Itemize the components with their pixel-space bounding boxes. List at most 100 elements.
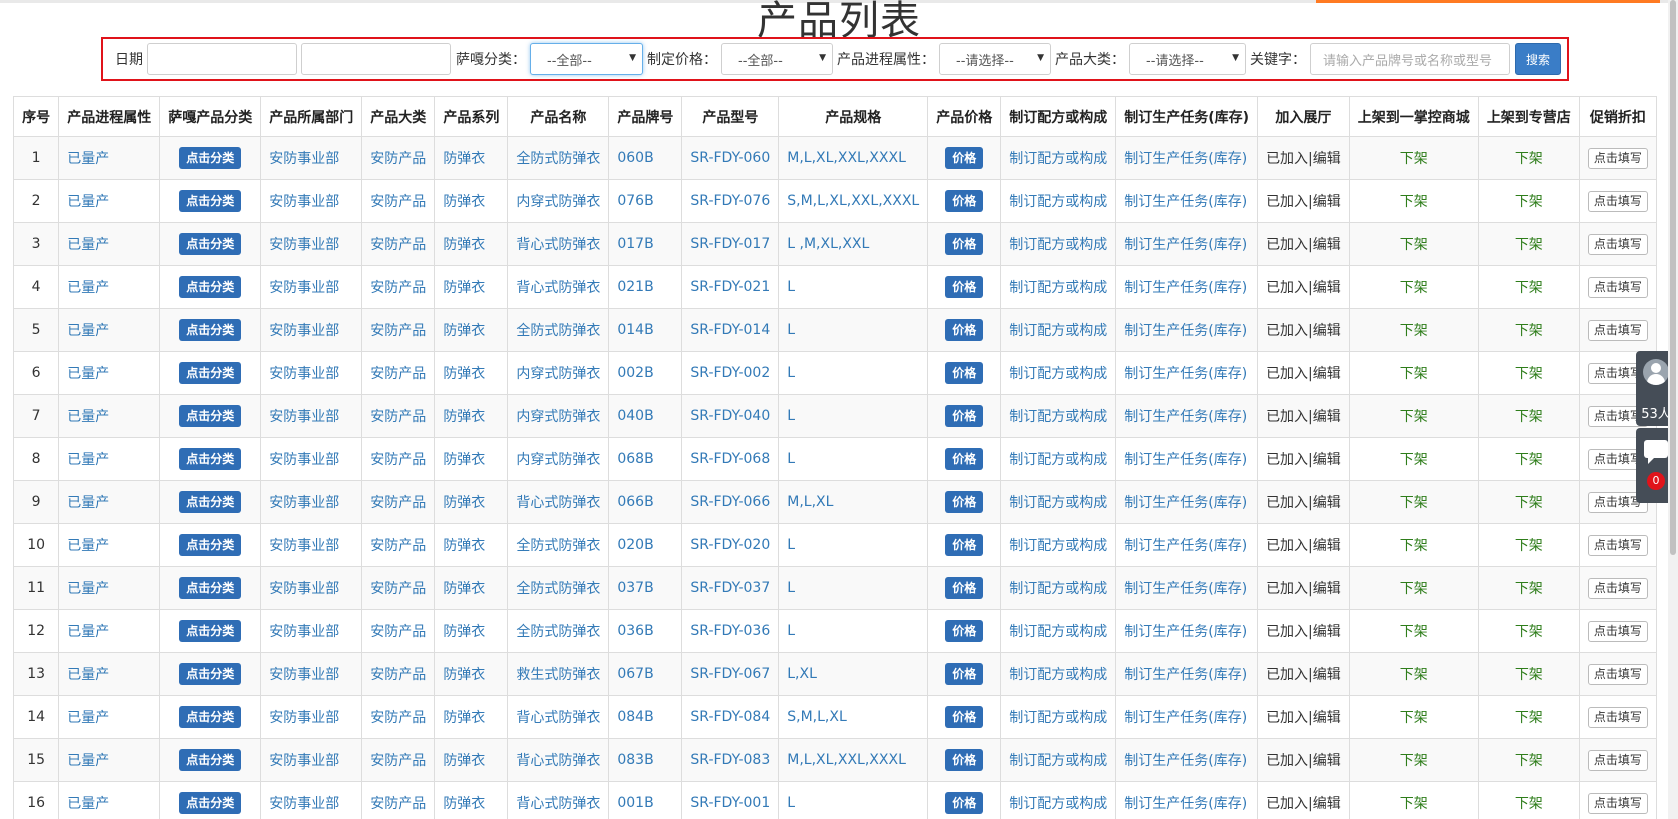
progress-status-link[interactable]: 已量产 (58, 351, 161, 395)
classify-button[interactable]: 点击分类 (179, 749, 242, 771)
price-button[interactable]: 价格 (945, 147, 984, 169)
model-link[interactable]: SR-FDY-076 (681, 179, 780, 223)
department-link[interactable]: 安防事业部 (260, 265, 363, 309)
discount-button[interactable]: 点击填写 (1587, 663, 1648, 685)
category-link[interactable]: 安防产品 (361, 179, 436, 223)
store-listing-link[interactable]: 下架 (1477, 566, 1580, 610)
series-link[interactable]: 防弹衣 (434, 308, 509, 352)
spec-link[interactable]: L ,M,XL,XXL (778, 222, 929, 266)
spec-link[interactable]: M,L,XL,XXL,XXXL (778, 136, 929, 180)
series-link[interactable]: 防弹衣 (434, 609, 509, 653)
category-link[interactable]: 安防产品 (361, 523, 436, 567)
department-link[interactable]: 安防事业部 (260, 308, 363, 352)
department-link[interactable]: 安防事业部 (260, 437, 363, 481)
price-button[interactable]: 价格 (945, 405, 984, 427)
product-name-link[interactable]: 背心式防弹衣 (507, 695, 610, 739)
formula-link[interactable]: 制订配方或构成 (1000, 394, 1117, 438)
formula-link[interactable]: 制订配方或构成 (1000, 136, 1117, 180)
model-link[interactable]: SR-FDY-020 (681, 523, 780, 567)
formula-link[interactable]: 制订配方或构成 (1000, 652, 1117, 696)
brand-link[interactable]: 084B (608, 695, 683, 739)
product-name-link[interactable]: 全防式防弹衣 (507, 308, 610, 352)
series-link[interactable]: 防弹衣 (434, 265, 509, 309)
progress-status-link[interactable]: 已量产 (58, 437, 161, 481)
brand-link[interactable]: 036B (608, 609, 683, 653)
brand-link[interactable]: 002B (608, 351, 683, 395)
formula-link[interactable]: 制订配方或构成 (1000, 437, 1117, 481)
progress-status-link[interactable]: 已量产 (58, 136, 161, 180)
mall-listing-link[interactable]: 下架 (1348, 566, 1479, 610)
progress-status-link[interactable]: 已量产 (58, 566, 161, 610)
progress-status-link[interactable]: 已量产 (58, 695, 161, 739)
brand-link[interactable]: 021B (608, 265, 683, 309)
category-link[interactable]: 安防产品 (361, 351, 436, 395)
formula-link[interactable]: 制订配方或构成 (1000, 695, 1117, 739)
series-link[interactable]: 防弹衣 (434, 480, 509, 524)
store-listing-link[interactable]: 下架 (1477, 652, 1580, 696)
model-link[interactable]: SR-FDY-021 (681, 265, 780, 309)
showroom-status[interactable]: 已加入|编辑 (1257, 222, 1350, 266)
category-link[interactable]: 安防产品 (361, 437, 436, 481)
model-link[interactable]: SR-FDY-067 (681, 652, 780, 696)
progress-status-link[interactable]: 已量产 (58, 781, 161, 819)
spec-link[interactable]: S,M,L,XL (778, 695, 929, 739)
progress-status-link[interactable]: 已量产 (58, 652, 161, 696)
showroom-status[interactable]: 已加入|编辑 (1257, 351, 1350, 395)
production-task-link[interactable]: 制订生产任务(库存) (1115, 738, 1259, 782)
series-link[interactable]: 防弹衣 (434, 222, 509, 266)
formula-link[interactable]: 制订配方或构成 (1000, 566, 1117, 610)
brand-link[interactable]: 076B (608, 179, 683, 223)
mall-listing-link[interactable]: 下架 (1348, 351, 1479, 395)
product-name-link[interactable]: 背心式防弹衣 (507, 265, 610, 309)
mall-listing-link[interactable]: 下架 (1348, 179, 1479, 223)
category-link[interactable]: 安防产品 (361, 781, 436, 819)
price-button[interactable]: 价格 (945, 620, 984, 642)
showroom-status[interactable]: 已加入|编辑 (1257, 523, 1350, 567)
department-link[interactable]: 安防事业部 (260, 394, 363, 438)
department-link[interactable]: 安防事业部 (260, 136, 363, 180)
classify-button[interactable]: 点击分类 (179, 319, 242, 341)
start-date-input[interactable] (147, 43, 297, 75)
classify-button[interactable]: 点击分类 (179, 491, 242, 513)
series-link[interactable]: 防弹衣 (434, 781, 509, 819)
product-name-link[interactable]: 内穿式防弹衣 (507, 394, 610, 438)
production-task-link[interactable]: 制订生产任务(库存) (1115, 308, 1259, 352)
page-scrollbar[interactable] (1668, 0, 1678, 819)
price-button[interactable]: 价格 (945, 276, 984, 298)
category-link[interactable]: 安防产品 (361, 695, 436, 739)
department-link[interactable]: 安防事业部 (260, 566, 363, 610)
discount-button[interactable]: 点击填写 (1587, 706, 1648, 728)
sagai-category-select[interactable]: --全部-- ▼ (530, 43, 643, 75)
price-select[interactable]: --全部-- ▼ (721, 43, 833, 75)
spec-link[interactable]: L (778, 437, 929, 481)
showroom-status[interactable]: 已加入|编辑 (1257, 308, 1350, 352)
spec-link[interactable]: L (778, 308, 929, 352)
product-name-link[interactable]: 全防式防弹衣 (507, 136, 610, 180)
series-link[interactable]: 防弹衣 (434, 566, 509, 610)
progress-status-link[interactable]: 已量产 (58, 738, 161, 782)
showroom-status[interactable]: 已加入|编辑 (1257, 136, 1350, 180)
production-task-link[interactable]: 制订生产任务(库存) (1115, 222, 1259, 266)
classify-button[interactable]: 点击分类 (179, 448, 242, 470)
price-button[interactable]: 价格 (945, 663, 984, 685)
formula-link[interactable]: 制订配方或构成 (1000, 179, 1117, 223)
product-name-link[interactable]: 背心式防弹衣 (507, 781, 610, 819)
price-button[interactable]: 价格 (945, 534, 984, 556)
classify-button[interactable]: 点击分类 (179, 233, 242, 255)
classify-button[interactable]: 点击分类 (179, 620, 242, 642)
classify-button[interactable]: 点击分类 (179, 147, 242, 169)
showroom-status[interactable]: 已加入|编辑 (1257, 652, 1350, 696)
series-link[interactable]: 防弹衣 (434, 695, 509, 739)
mall-listing-link[interactable]: 下架 (1348, 609, 1479, 653)
production-task-link[interactable]: 制订生产任务(库存) (1115, 566, 1259, 610)
category-link[interactable]: 安防产品 (361, 394, 436, 438)
department-link[interactable]: 安防事业部 (260, 523, 363, 567)
model-link[interactable]: SR-FDY-060 (681, 136, 780, 180)
department-link[interactable]: 安防事业部 (260, 652, 363, 696)
progress-status-link[interactable]: 已量产 (58, 523, 161, 567)
progress-status-link[interactable]: 已量产 (58, 179, 161, 223)
price-button[interactable]: 价格 (945, 190, 984, 212)
store-listing-link[interactable]: 下架 (1477, 136, 1580, 180)
store-listing-link[interactable]: 下架 (1477, 437, 1580, 481)
model-link[interactable]: SR-FDY-017 (681, 222, 780, 266)
